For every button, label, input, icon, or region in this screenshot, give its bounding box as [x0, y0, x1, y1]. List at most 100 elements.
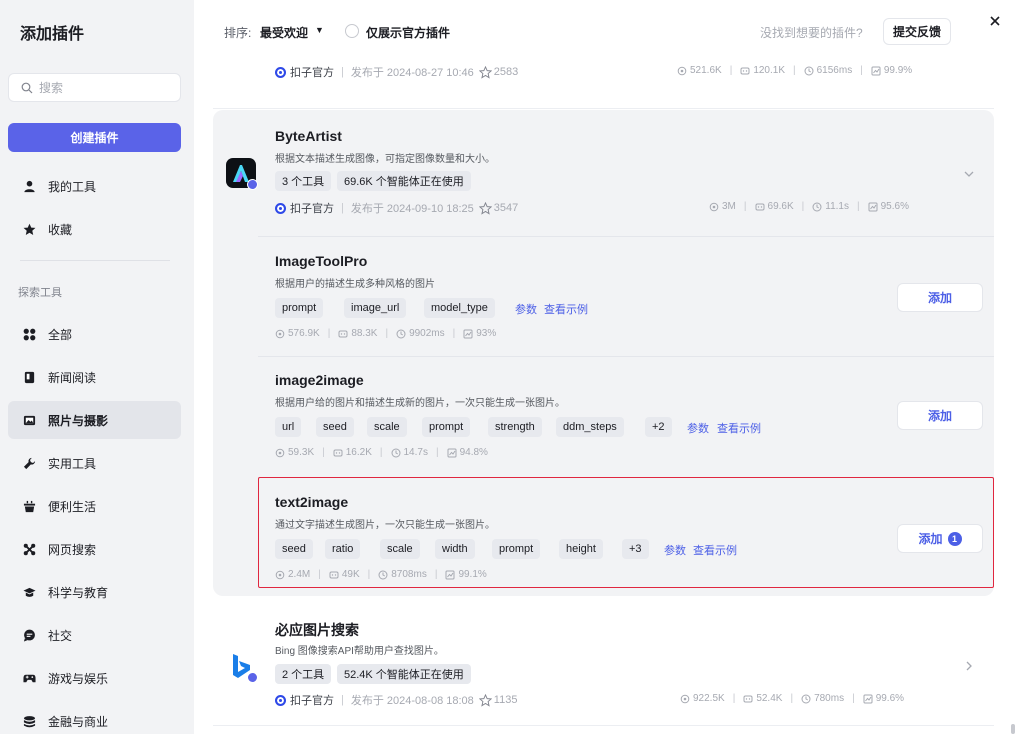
stat-latency: 9902ms [409, 328, 445, 339]
param-tag: url [275, 417, 302, 437]
tool-stats: 59.3K | 16.2K | 14.7s | 94.8% [275, 447, 488, 458]
plugin-list: 扣子官方 | 发布于 2024-08-27 10:46 2583 521.6K … [194, 62, 1018, 734]
sidebar-item-news[interactable]: 新闻阅读 [8, 358, 181, 396]
param-tag: ratio [325, 539, 361, 559]
clock-icon [378, 570, 388, 579]
user-icon [22, 179, 36, 193]
stat-calls: 922.5K [693, 693, 725, 704]
params-link[interactable]: 参数 [687, 420, 709, 436]
stat-success: 95.6% [880, 201, 909, 212]
publish-date: 发布于 2024-08-27 10:46 [350, 67, 474, 79]
stat-calls: 3M [722, 201, 736, 212]
web-icon [22, 542, 36, 556]
tool-name: ImageToolPro [275, 253, 368, 269]
param-tag: image_url [344, 298, 407, 318]
stat-calls: 576.9K [288, 328, 320, 339]
add-tool-button[interactable]: 添加 [897, 283, 983, 312]
scrollbar[interactable] [1011, 724, 1015, 734]
success-rate-icon [871, 66, 881, 75]
official-only-label[interactable]: 仅展示官方插件 [366, 24, 450, 41]
param-tag: scale [380, 539, 420, 559]
create-plugin-button[interactable]: 创建插件 [8, 123, 181, 152]
added-count-badge: 1 [947, 531, 962, 546]
params-link[interactable]: 参数 [515, 301, 537, 317]
caret-down-icon[interactable]: ▼ [315, 25, 324, 35]
sidebar-item-label: 实用工具 [48, 456, 97, 471]
sidebar-item-label: 游戏与娱乐 [48, 671, 109, 686]
bot-icon [755, 203, 765, 210]
stat-latency: 780ms [814, 693, 845, 704]
sidebar-item-games[interactable]: 游戏与娱乐 [8, 659, 181, 697]
sidebar-item-utilities[interactable]: 实用工具 [8, 444, 181, 482]
plugin-card-byteartist[interactable]: ByteArtist 根据文本描述生成图像，可指定图像数量和大小。 3 个工具 … [213, 110, 994, 596]
sidebar-item-finance[interactable]: 金融与商业 [8, 702, 181, 734]
search-box[interactable] [8, 73, 181, 102]
chat-icon [22, 628, 36, 642]
sidebar-item-web-search[interactable]: 网页搜索 [8, 530, 181, 568]
grid-icon [22, 327, 36, 341]
sidebar-item-photography[interactable]: 照片与摄影 [8, 401, 181, 439]
sidebar-title: 添加插件 [20, 26, 85, 43]
plugin-description: Bing 图像搜索API帮助用户查找图片。 [275, 646, 444, 657]
star-count: 3547 [493, 202, 519, 214]
example-link[interactable]: 查看示例 [717, 420, 761, 436]
tool-name: text2image [275, 494, 349, 510]
stat-calls: 2.4M [288, 569, 311, 580]
sidebar-item-favorites[interactable]: 收藏 [8, 210, 181, 248]
success-rate-icon [863, 694, 873, 703]
bot-icon [333, 449, 343, 456]
stat-bots: 88.3K [351, 328, 378, 339]
sort-dropdown[interactable]: 最受欢迎 [260, 24, 308, 41]
star-count: 2583 [493, 66, 519, 78]
plugin-name[interactable]: 必应图片搜索 [275, 620, 359, 640]
plugin-meta: 扣子官方 | 发布于 2024-08-27 10:46 2583 [275, 64, 518, 80]
tool-count-tag: 2 个工具 [275, 664, 332, 684]
success-rate-icon [868, 202, 878, 211]
add-tool-button[interactable]: 添加 [897, 401, 983, 430]
calls-icon [677, 66, 687, 75]
sidebar-item-label: 网页搜索 [48, 542, 97, 557]
plugin-card-bing-image-search[interactable]: 必应图片搜索 Bing 图像搜索API帮助用户查找图片。 2 个工具 52.4K… [213, 598, 994, 726]
clock-icon [391, 448, 400, 457]
official-only-radio[interactable] [345, 24, 359, 38]
params-link[interactable]: 参数 [664, 542, 686, 558]
add-tool-button[interactable]: 添加 1 [897, 524, 983, 553]
param-more-tag: +2 [645, 417, 672, 437]
tool-stats: 2.4M | 49K | 8708ms | 99.1% [275, 569, 487, 580]
chevron-right-icon[interactable] [963, 660, 975, 672]
feedback-button[interactable]: 提交反馈 [883, 18, 951, 45]
plugin-card[interactable]: 扣子官方 | 发布于 2024-08-27 10:46 2583 521.6K … [213, 62, 994, 109]
close-icon[interactable] [988, 14, 1002, 28]
tool-item-imagetoolpro: ImageToolPro 根据用户的描述生成多种风格的图片 prompt ima… [258, 236, 994, 357]
calls-icon [275, 570, 285, 579]
sidebar-item-label: 金融与商业 [48, 714, 109, 729]
publish-date: 发布于 2024-09-10 18:25 [350, 203, 474, 215]
sidebar: 添加插件 创建插件 我的工具 收藏 探索工具 全部 新闻阅读 照片与摄影 实用工… [0, 0, 194, 734]
photo-icon [22, 413, 36, 427]
sidebar-item-my-tools[interactable]: 我的工具 [8, 167, 181, 205]
param-tag: seed [275, 539, 313, 559]
sort-label: 排序: [224, 26, 252, 40]
search-input[interactable] [39, 80, 169, 95]
stat-latency: 11.1s [825, 201, 849, 212]
sidebar-item-label: 便利生活 [48, 499, 97, 514]
sidebar-divider [20, 260, 170, 261]
example-link[interactable]: 查看示例 [693, 542, 737, 558]
plugin-logo [226, 158, 258, 190]
calls-icon [709, 202, 719, 211]
sidebar-item-social[interactable]: 社交 [8, 616, 181, 654]
calls-icon [275, 448, 285, 457]
param-tag: scale [367, 417, 407, 437]
plugin-name[interactable]: ByteArtist [275, 128, 342, 144]
clock-icon [396, 329, 406, 338]
tool-description: 根据用户的描述生成多种风格的图片 [275, 279, 435, 290]
sidebar-item-lifestyle[interactable]: 便利生活 [8, 487, 181, 525]
clock-icon [812, 202, 822, 211]
sidebar-item-all[interactable]: 全部 [8, 315, 181, 353]
success-rate-icon [463, 329, 473, 338]
add-label: 添加 [927, 291, 952, 305]
book-icon [22, 370, 36, 384]
chevron-down-icon[interactable] [963, 168, 975, 180]
example-link[interactable]: 查看示例 [544, 301, 588, 317]
sidebar-item-education[interactable]: 科学与教育 [8, 573, 181, 611]
